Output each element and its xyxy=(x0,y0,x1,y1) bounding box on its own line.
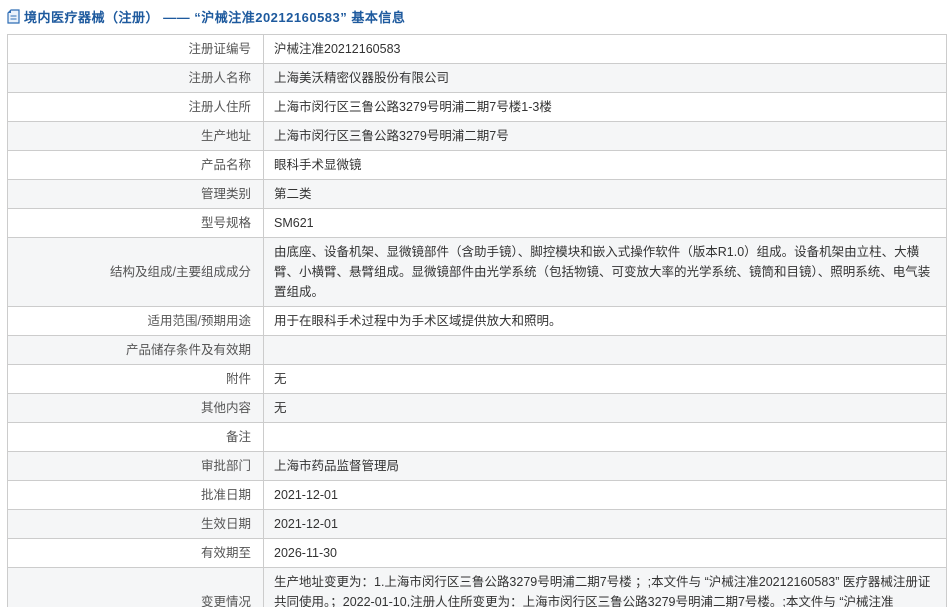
row-value: 眼科手术显微镜 xyxy=(264,151,947,180)
row-label: 有效期至 xyxy=(8,539,264,568)
table-row: 适用范围/预期用途用于在眼科手术过程中为手术区域提供放大和照明。 xyxy=(8,307,947,336)
row-label-text: 注册人名称 xyxy=(188,71,251,85)
row-label: 结构及组成/主要组成成分 xyxy=(8,238,264,307)
row-value: 上海市药品监督管理局 xyxy=(264,452,947,481)
document-icon xyxy=(7,9,20,24)
row-value: 沪械注准20212160583 xyxy=(264,35,947,64)
table-row: 有效期至 2026-11-30 xyxy=(8,539,947,568)
row-value: 上海市闵行区三鲁公路3279号明浦二期7号 xyxy=(264,122,947,151)
row-value: 第二类 xyxy=(264,180,947,209)
row-label: 注册证编号 xyxy=(8,35,264,64)
row-label-text: 批准日期 xyxy=(201,488,251,502)
table-row: 生产地址上海市闵行区三鲁公路3279号明浦二期7号 xyxy=(8,122,947,151)
page-title: 境内医疗器械（注册） —— “沪械注准20212160583” 基本信息 xyxy=(24,7,405,26)
table-row: 变更情况 生产地址变更为：1.上海市闵行区三鲁公路3279号明浦二期7号楼 ；;本… xyxy=(8,568,947,607)
row-label-text: 审批部门 xyxy=(201,459,251,473)
row-label-text: 结构及组成/主要组成成分 xyxy=(110,265,251,279)
row-label-text: 其他内容 xyxy=(201,401,251,415)
row-value xyxy=(264,423,947,452)
row-label: 其他内容 xyxy=(8,394,264,423)
table-row: 产品名称眼科手术显微镜 xyxy=(8,151,947,180)
row-label: 管理类别 xyxy=(8,180,264,209)
registration-info-table: 注册证编号沪械注准20212160583注册人名称上海美沃精密仪器股份有限公司注… xyxy=(7,34,947,607)
table-row: 管理类别第二类 xyxy=(8,180,947,209)
row-value: 生产地址变更为：1.上海市闵行区三鲁公路3279号明浦二期7号楼 ；;本文件与 … xyxy=(264,568,947,607)
page-header: 境内医疗器械（注册） —— “沪械注准20212160583” 基本信息 xyxy=(0,0,950,26)
info-table-body: 注册证编号沪械注准20212160583注册人名称上海美沃精密仪器股份有限公司注… xyxy=(8,35,947,607)
table-row: 注册证编号沪械注准20212160583 xyxy=(8,35,947,64)
row-value: 2026-11-30 xyxy=(264,539,947,568)
row-value: 上海市闵行区三鲁公路3279号明浦二期7号楼1-3楼 xyxy=(264,93,947,122)
row-label-text: 生效日期 xyxy=(201,517,251,531)
registration-info-page: 境内医疗器械（注册） —— “沪械注准20212160583” 基本信息 注册证… xyxy=(0,0,950,607)
row-label: 生效日期 xyxy=(8,510,264,539)
row-value: 用于在眼科手术过程中为手术区域提供放大和照明。 xyxy=(264,307,947,336)
row-value: 上海美沃精密仪器股份有限公司 xyxy=(264,64,947,93)
table-row: 型号规格 SM621 xyxy=(8,209,947,238)
table-row: 注册人名称上海美沃精密仪器股份有限公司 xyxy=(8,64,947,93)
row-label-text: 生产地址 xyxy=(201,129,251,143)
table-row: 注册人住所上海市闵行区三鲁公路3279号明浦二期7号楼1-3楼 xyxy=(8,93,947,122)
row-label-text: 注册人住所 xyxy=(188,100,251,114)
row-value: 2021-12-01 xyxy=(264,510,947,539)
row-label-text: 注册证编号 xyxy=(188,42,251,56)
row-value: 无 xyxy=(264,394,947,423)
row-label: 附件 xyxy=(8,365,264,394)
row-label-text: 产品储存条件及有效期 xyxy=(126,343,251,357)
row-label-text: 变更情况 xyxy=(201,595,251,607)
table-row: 审批部门上海市药品监督管理局 xyxy=(8,452,947,481)
row-value: 由底座、设备机架、显微镜部件（含助手镜）、脚控模块和嵌入式操作软件（版本R1.0… xyxy=(264,238,947,307)
row-label: 产品名称 xyxy=(8,151,264,180)
row-label-text: 备注 xyxy=(226,430,251,444)
row-label-text: 管理类别 xyxy=(201,187,251,201)
row-label: 批准日期 xyxy=(8,481,264,510)
row-label: 适用范围/预期用途 xyxy=(8,307,264,336)
row-label: 产品储存条件及有效期 xyxy=(8,336,264,365)
row-label-text: 适用范围/预期用途 xyxy=(148,314,251,328)
table-row: 备注 xyxy=(8,423,947,452)
row-label-text: 产品名称 xyxy=(201,158,251,172)
table-row: 附件无 xyxy=(8,365,947,394)
row-label-text: 附件 xyxy=(226,372,251,386)
table-row: 结构及组成/主要组成成分由底座、设备机架、显微镜部件（含助手镜）、脚控模块和嵌入… xyxy=(8,238,947,307)
row-label: 审批部门 xyxy=(8,452,264,481)
row-value: 无 xyxy=(264,365,947,394)
row-label: 注册人名称 xyxy=(8,64,264,93)
table-row: 生效日期 2021-12-01 xyxy=(8,510,947,539)
table-row: 其他内容无 xyxy=(8,394,947,423)
row-value: 2021-12-01 xyxy=(264,481,947,510)
row-label-text: 型号规格 xyxy=(201,216,251,230)
row-label: 变更情况 xyxy=(8,568,264,607)
row-value xyxy=(264,336,947,365)
row-label: 注册人住所 xyxy=(8,93,264,122)
row-label-text: 有效期至 xyxy=(201,546,251,560)
row-label: 生产地址 xyxy=(8,122,264,151)
row-label: 备注 xyxy=(8,423,264,452)
table-row: 产品储存条件及有效期 xyxy=(8,336,947,365)
row-label: 型号规格 xyxy=(8,209,264,238)
table-row: 批准日期 2021-12-01 xyxy=(8,481,947,510)
row-value: SM621 xyxy=(264,209,947,238)
